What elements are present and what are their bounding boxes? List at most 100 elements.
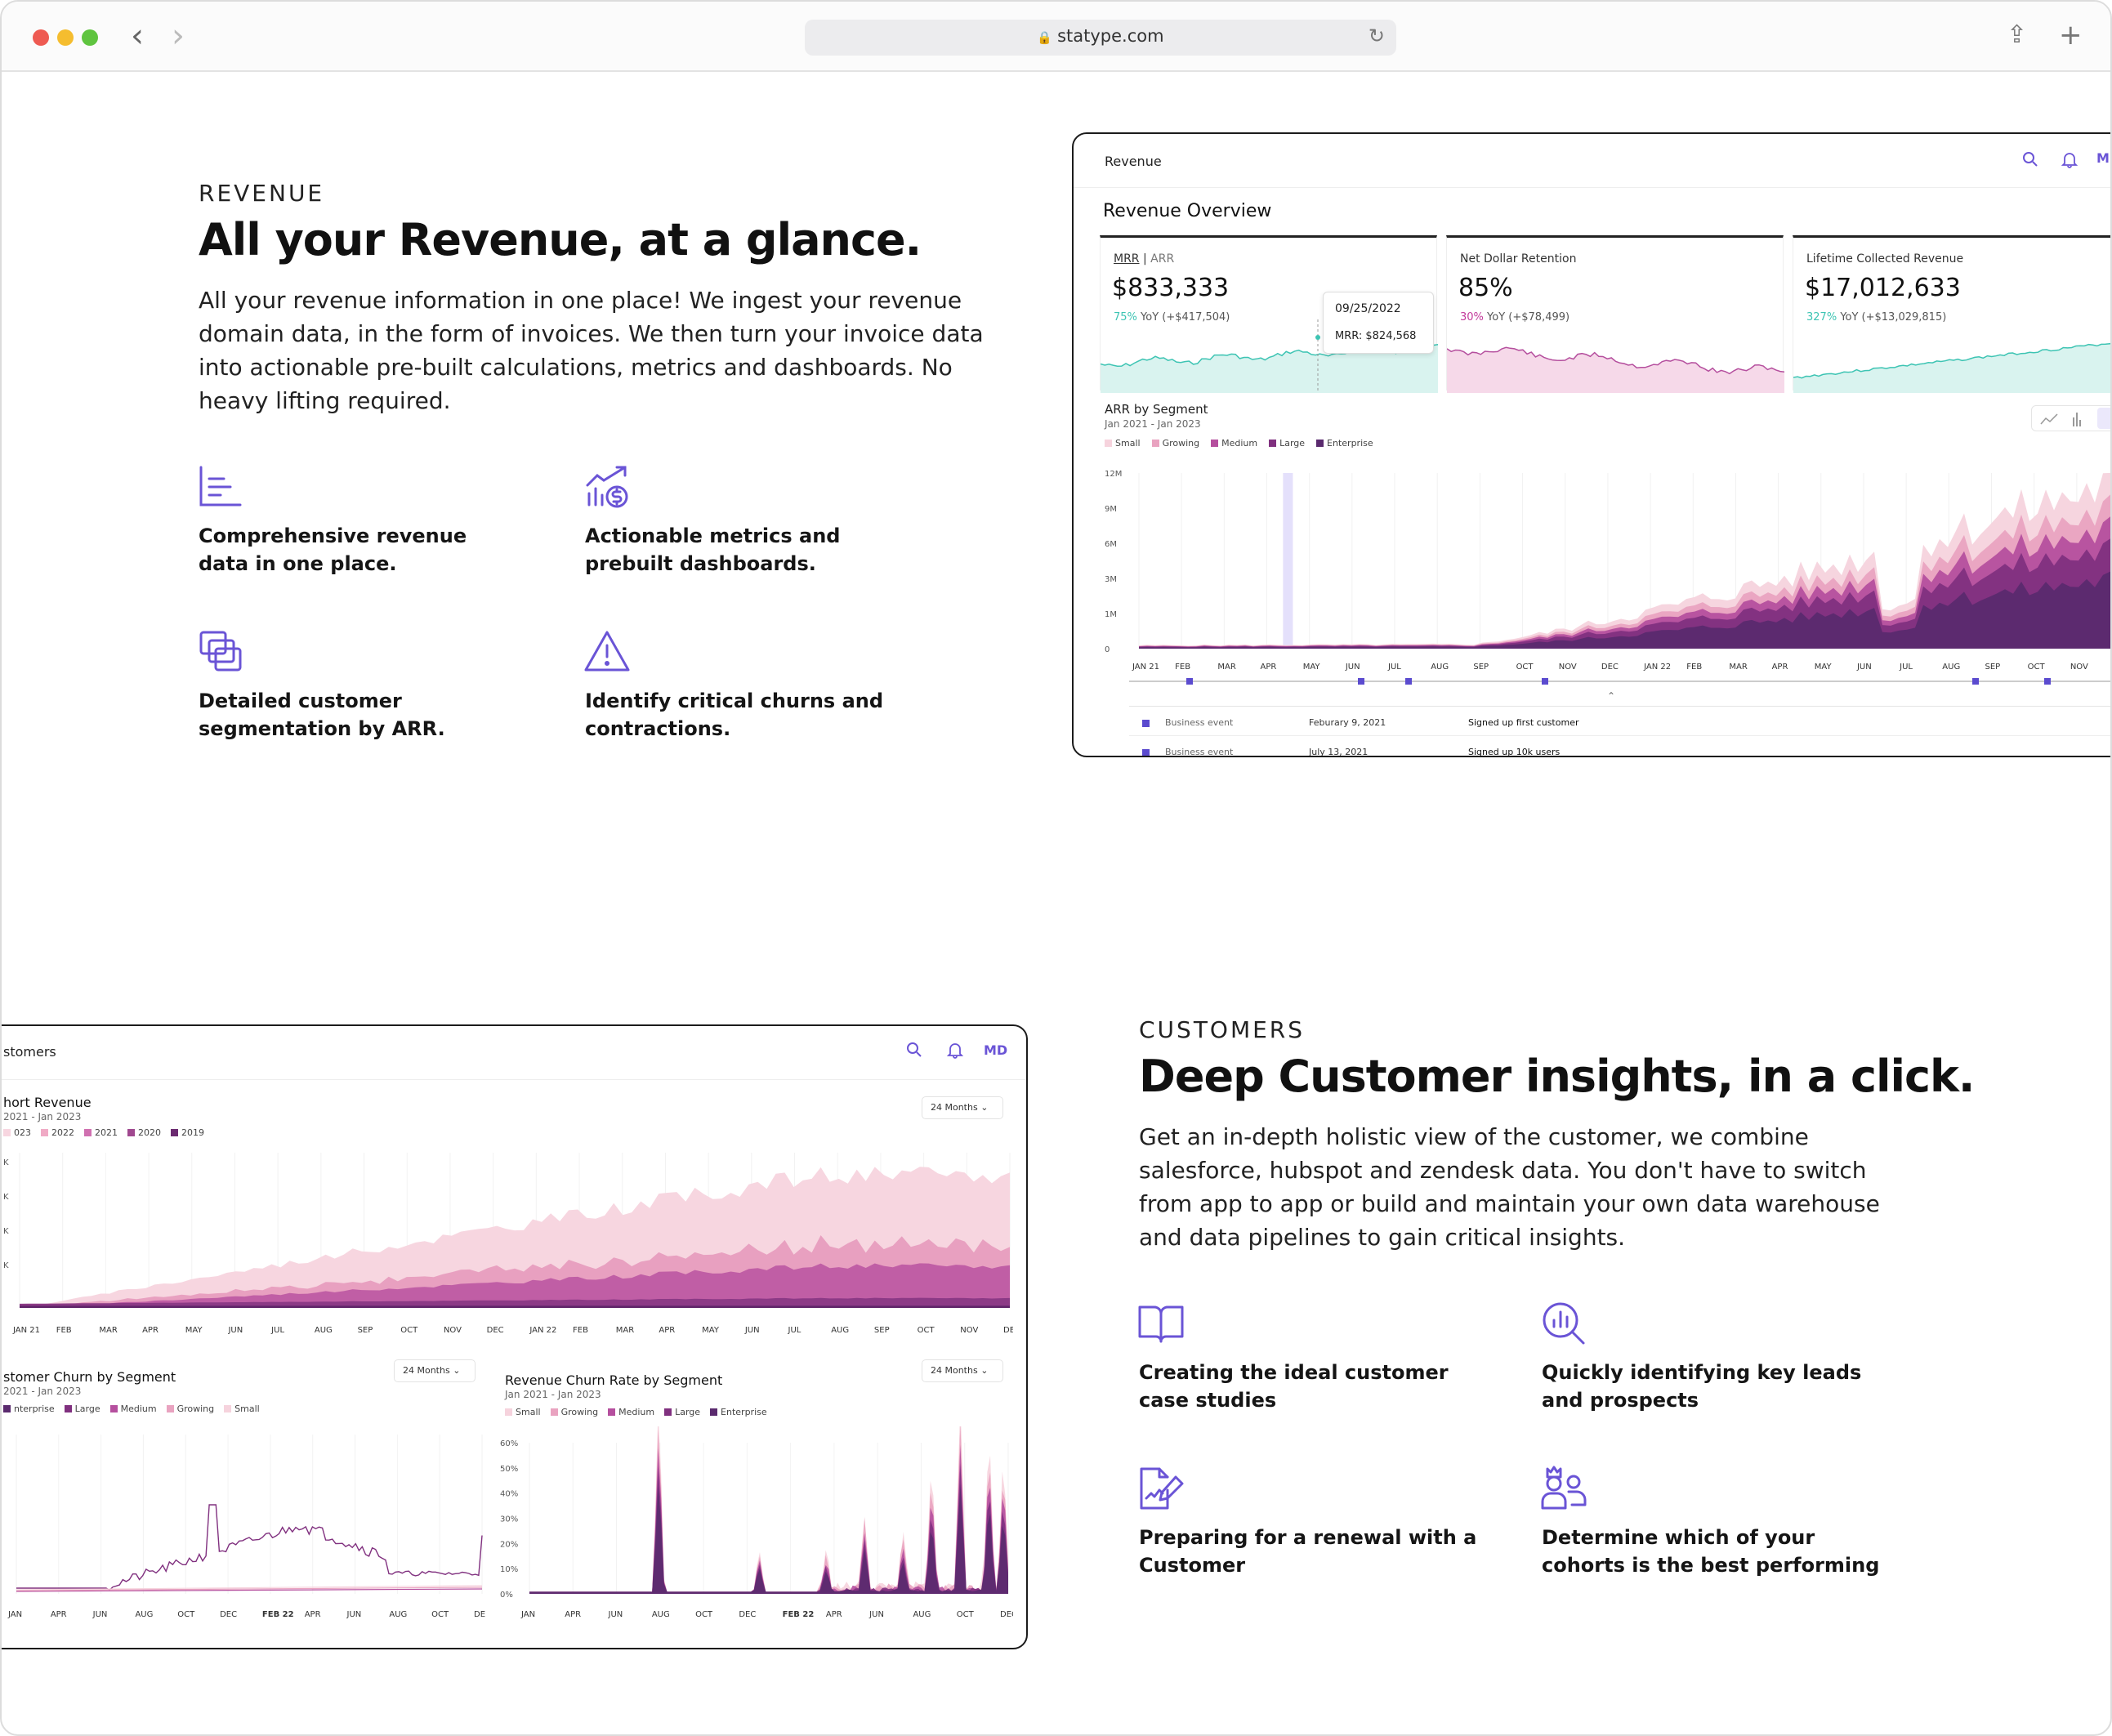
legend-label: Small bbox=[1115, 438, 1141, 449]
document-sign-icon bbox=[1140, 1467, 1184, 1510]
legend-checkbox[interactable] bbox=[664, 1408, 672, 1416]
maximize-window-button[interactable] bbox=[82, 29, 98, 46]
churn-range-dropdown[interactable]: 24 Months ⌄ bbox=[394, 1359, 476, 1382]
cohort-revenue-chart: K K K K JAN 21 FEB MAR APR MAY JUN JUL AUG SEP OCT NOV… bbox=[3, 1153, 1013, 1335]
legend-checkbox[interactable] bbox=[1105, 440, 1112, 447]
x-tick-label: JUN bbox=[868, 1610, 884, 1619]
close-window-button[interactable] bbox=[33, 29, 49, 46]
bar-chart-icon[interactable] bbox=[2071, 411, 2083, 427]
bell-icon[interactable] bbox=[946, 1041, 964, 1059]
kpi-label: Net Dollar Retention bbox=[1460, 252, 1577, 266]
legend-label: Growing bbox=[560, 1407, 599, 1417]
legend-item[interactable]: Large bbox=[64, 1404, 100, 1414]
legend-item[interactable]: Medium bbox=[608, 1407, 654, 1417]
event-row[interactable]: Business event Feburary 9, 2021 Signed u… bbox=[1129, 715, 2110, 736]
forward-button[interactable]: › bbox=[172, 20, 185, 52]
kpi-card-ndr[interactable]: Net Dollar Retention 85% 30% YoY (+$78,4… bbox=[1446, 235, 1784, 393]
feature-cohorts: Determine which of your cohorts is the be… bbox=[1542, 1526, 1880, 1577]
legend-checkbox[interactable] bbox=[505, 1408, 512, 1416]
avatar[interactable]: MD bbox=[984, 1042, 1007, 1058]
avatar[interactable]: MI bbox=[2096, 150, 2110, 166]
legend-item[interactable]: Growing bbox=[550, 1407, 599, 1417]
legend-item[interactable]: Medium bbox=[1211, 438, 1257, 449]
timeline-event-marker bbox=[1972, 678, 1979, 685]
legend-item[interactable]: Growing bbox=[1151, 438, 1199, 449]
kpi-card-mrr[interactable]: MRR | ARR $833,333 75% YoY (+$417,504) 0… bbox=[1100, 235, 1438, 393]
event-timeline[interactable]: ⌃ bbox=[1129, 673, 2112, 706]
legend-item[interactable]: Large bbox=[1269, 438, 1305, 449]
kpi-card-lifetime[interactable]: Lifetime Collected Revenue $17,012,633 3… bbox=[1793, 235, 2110, 393]
legend-item[interactable]: Small bbox=[224, 1404, 260, 1414]
new-tab-icon[interactable]: + bbox=[2059, 21, 2083, 49]
cohort-range-dropdown[interactable]: 24 Months ⌄ bbox=[922, 1096, 1003, 1119]
share-icon[interactable]: ⇪ bbox=[2007, 21, 2027, 49]
line-chart-icon[interactable] bbox=[2040, 413, 2058, 426]
search-icon[interactable] bbox=[905, 1041, 923, 1059]
legend-checkbox[interactable] bbox=[710, 1408, 718, 1416]
legend-item[interactable]: Growing bbox=[166, 1404, 215, 1414]
address-bar[interactable]: 🔒 statype.com ↻ bbox=[805, 20, 1396, 56]
legend-label: Growing bbox=[176, 1404, 215, 1414]
legend-item[interactable]: Enterprise bbox=[1316, 438, 1373, 449]
legend-checkbox[interactable] bbox=[224, 1405, 232, 1412]
bell-icon[interactable] bbox=[2061, 150, 2079, 168]
legend-checkbox[interactable] bbox=[64, 1405, 72, 1412]
legend-label: 023 bbox=[14, 1127, 31, 1138]
legend-item[interactable]: Small bbox=[505, 1407, 541, 1417]
legend-item[interactable]: 2019 bbox=[171, 1127, 204, 1138]
legend-checkbox[interactable] bbox=[608, 1408, 616, 1416]
kpi-label-arr[interactable]: ARR bbox=[1150, 252, 1174, 266]
x-tick-label: JAN 22 bbox=[1643, 663, 1671, 672]
legend-item[interactable]: Small bbox=[1105, 438, 1141, 449]
revenue-churn-rate-chart: 60% 50% 40% 30% 20% 10% 0% JAN APR JUN AUG OCT DEC FE… bbox=[500, 1426, 1013, 1619]
churn-line-large bbox=[16, 1504, 483, 1591]
feature-comprehensive-data: Comprehensive revenue data in one place. bbox=[199, 524, 467, 575]
legend-item[interactable]: 2022 bbox=[41, 1127, 74, 1138]
legend-checkbox[interactable] bbox=[3, 1129, 11, 1136]
event-row[interactable]: Business event July 13, 2021 Signed up 1… bbox=[1129, 744, 2110, 756]
area-chart-icon[interactable] bbox=[2097, 408, 2110, 429]
x-tick-label: NOV bbox=[2070, 663, 2088, 672]
x-tick-label: JUL bbox=[1387, 663, 1401, 672]
churn-rate-range-dropdown[interactable]: 24 Months ⌄ bbox=[922, 1359, 1003, 1382]
book-icon bbox=[1138, 1305, 1184, 1343]
back-button[interactable]: ‹ bbox=[131, 20, 144, 52]
search-icon[interactable] bbox=[2021, 150, 2039, 168]
legend-checkbox[interactable] bbox=[3, 1405, 11, 1412]
legend-checkbox[interactable] bbox=[109, 1405, 118, 1412]
x-tick-label: DEC bbox=[474, 1610, 485, 1619]
legend-item[interactable]: nterprise bbox=[3, 1404, 55, 1414]
x-tick-label: SEP bbox=[1473, 663, 1489, 672]
x-tick-label: OCT bbox=[2028, 663, 2046, 672]
legend-checkbox[interactable] bbox=[41, 1129, 48, 1136]
x-tick-label: SEP bbox=[358, 1326, 373, 1335]
legend-checkbox[interactable] bbox=[1211, 440, 1219, 447]
timeline-event-marker bbox=[1358, 678, 1364, 685]
reload-icon[interactable]: ↻ bbox=[1369, 25, 1385, 47]
legend-label: Medium bbox=[1221, 438, 1258, 449]
legend-item[interactable]: Large bbox=[664, 1407, 700, 1417]
legend-item[interactable]: Enterprise bbox=[710, 1407, 767, 1417]
legend-checkbox[interactable] bbox=[1316, 440, 1324, 447]
legend-checkbox[interactable] bbox=[166, 1405, 174, 1412]
app-header: Revenue MI bbox=[1074, 134, 2110, 188]
legend-checkbox[interactable] bbox=[1269, 440, 1277, 447]
x-tick-label: JAN 22 bbox=[529, 1326, 556, 1335]
legend-item[interactable]: Medium bbox=[109, 1404, 157, 1414]
chart-type-toggle[interactable] bbox=[2031, 405, 2110, 431]
legend-item[interactable]: 023 bbox=[3, 1127, 31, 1138]
kpi-value: $833,333 bbox=[1112, 274, 1230, 302]
legend-label: Enterprise bbox=[721, 1407, 767, 1417]
x-tick-label: AUG bbox=[315, 1326, 333, 1335]
rate-area-series-small bbox=[529, 1426, 1008, 1594]
kpi-label-mrr[interactable]: MRR bbox=[1114, 252, 1140, 266]
legend-item[interactable]: 2020 bbox=[127, 1127, 161, 1138]
legend-checkbox[interactable] bbox=[550, 1408, 558, 1416]
legend-checkbox[interactable] bbox=[84, 1129, 92, 1136]
legend-item[interactable]: 2021 bbox=[84, 1127, 118, 1138]
legend-checkbox[interactable] bbox=[171, 1129, 178, 1136]
minimize-window-button[interactable] bbox=[57, 29, 74, 46]
legend-checkbox[interactable] bbox=[127, 1129, 135, 1136]
body-line: and data pipelines to gain critical insi… bbox=[1139, 1224, 1626, 1251]
legend-checkbox[interactable] bbox=[1151, 440, 1159, 447]
